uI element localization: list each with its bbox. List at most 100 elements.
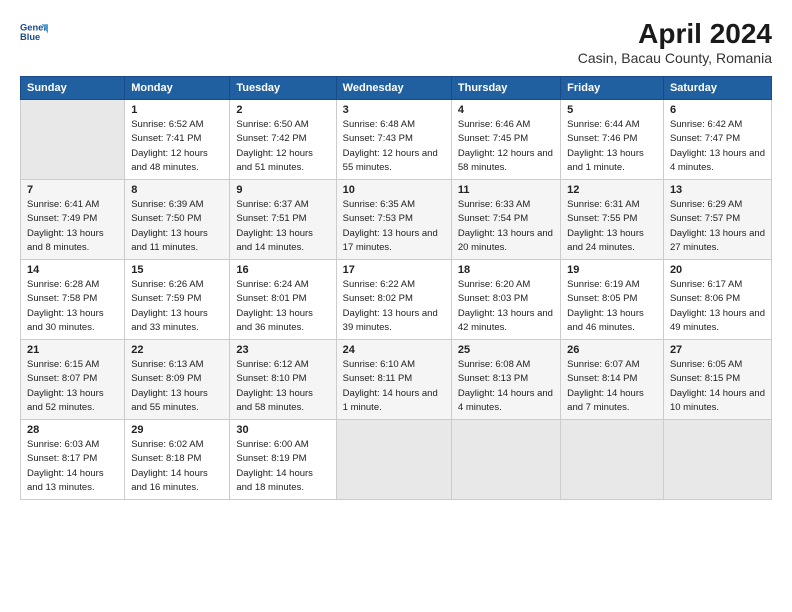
day-number: 1 — [131, 104, 223, 116]
day-info: Sunrise: 6:13 AMSunset: 8:09 PMDaylight:… — [131, 359, 208, 413]
col-monday: Monday — [125, 77, 230, 100]
day-number: 27 — [670, 344, 765, 356]
day-number: 30 — [236, 424, 329, 436]
cell-2-3: 10 Sunrise: 6:35 AMSunset: 7:53 PMDayligh… — [336, 180, 451, 260]
day-info: Sunrise: 6:10 AMSunset: 8:11 PMDaylight:… — [343, 359, 438, 413]
day-number: 2 — [236, 104, 329, 116]
title-block: April 2024 Casin, Bacau County, Romania — [578, 18, 772, 66]
subtitle: Casin, Bacau County, Romania — [578, 50, 772, 66]
day-info: Sunrise: 6:35 AMSunset: 7:53 PMDaylight:… — [343, 199, 438, 253]
cell-4-5: 26Sunrise: 6:07 AMSunset: 8:14 PMDayligh… — [561, 340, 664, 420]
day-number: 16 — [236, 264, 329, 276]
col-friday: Friday — [561, 77, 664, 100]
cell-3-1: 15Sunrise: 6:26 AMSunset: 7:59 PMDayligh… — [125, 260, 230, 340]
day-number: 18 — [458, 264, 554, 276]
day-number: 25 — [458, 344, 554, 356]
day-number: 6 — [670, 104, 765, 116]
cell-5-4 — [451, 420, 560, 500]
day-info: Sunrise: 6:50 AMSunset: 7:42 PMDaylight:… — [236, 119, 313, 173]
day-info: Sunrise: 6:41 AMSunset: 7:49 PMDaylight:… — [27, 199, 104, 253]
cell-4-0: 21 Sunrise: 6:15 AMSunset: 8:07 PMDayligh… — [21, 340, 125, 420]
cell-4-3: 24Sunrise: 6:10 AMSunset: 8:11 PMDayligh… — [336, 340, 451, 420]
cell-3-3: 17 Sunrise: 6:22 AMSunset: 8:02 PMDayligh… — [336, 260, 451, 340]
svg-text:General: General — [20, 22, 48, 32]
day-number: 14 — [27, 264, 118, 276]
day-info: Sunrise: 6:28 AMSunset: 7:58 PMDaylight:… — [27, 279, 104, 333]
col-sunday: Sunday — [21, 77, 125, 100]
day-number: 11 — [458, 184, 554, 196]
calendar-table: Sunday Monday Tuesday Wednesday Thursday… — [20, 76, 772, 500]
day-number: 23 — [236, 344, 329, 356]
day-number: 4 — [458, 104, 554, 116]
day-info: Sunrise: 6:15 AMSunset: 8:07 PMDaylight:… — [27, 359, 104, 413]
col-tuesday: Tuesday — [230, 77, 336, 100]
day-number: 3 — [343, 104, 445, 116]
col-thursday: Thursday — [451, 77, 560, 100]
cell-3-5: 19 Sunrise: 6:19 AMSunset: 8:05 PMDayligh… — [561, 260, 664, 340]
day-number: 5 — [567, 104, 657, 116]
day-info: Sunrise: 6:20 AMSunset: 8:03 PMDaylight:… — [458, 279, 553, 333]
day-info: Sunrise: 6:12 AMSunset: 8:10 PMDaylight:… — [236, 359, 313, 413]
day-info: Sunrise: 6:33 AMSunset: 7:54 PMDaylight:… — [458, 199, 553, 253]
day-info: Sunrise: 6:08 AMSunset: 8:13 PMDaylight:… — [458, 359, 553, 413]
cell-3-2: 16 Sunrise: 6:24 AMSunset: 8:01 PMDayligh… — [230, 260, 336, 340]
day-info: Sunrise: 6:05 AMSunset: 8:15 PMDaylight:… — [670, 359, 765, 413]
cell-4-6: 27 Sunrise: 6:05 AMSunset: 8:15 PMDayligh… — [663, 340, 771, 420]
cell-2-6: 13 Sunrise: 6:29 AMSunset: 7:57 PMDayligh… — [663, 180, 771, 260]
day-info: Sunrise: 6:42 AMSunset: 7:47 PMDaylight:… — [670, 119, 765, 173]
day-number: 9 — [236, 184, 329, 196]
day-info: Sunrise: 6:19 AMSunset: 8:05 PMDaylight:… — [567, 279, 644, 333]
page: General Blue April 2024 Casin, Bacau Cou… — [0, 0, 792, 612]
day-number: 12 — [567, 184, 657, 196]
cell-5-2: 30 Sunrise: 6:00 AMSunset: 8:19 PMDayligh… — [230, 420, 336, 500]
cell-5-0: 28 Sunrise: 6:03 AMSunset: 8:17 PMDayligh… — [21, 420, 125, 500]
day-number: 20 — [670, 264, 765, 276]
day-number: 29 — [131, 424, 223, 436]
week-row-3: 14 Sunrise: 6:28 AMSunset: 7:58 PMDayligh… — [21, 260, 772, 340]
day-info: Sunrise: 6:29 AMSunset: 7:57 PMDaylight:… — [670, 199, 765, 253]
col-wednesday: Wednesday — [336, 77, 451, 100]
week-row-2: 7 Sunrise: 6:41 AMSunset: 7:49 PMDaylight… — [21, 180, 772, 260]
cell-2-0: 7 Sunrise: 6:41 AMSunset: 7:49 PMDaylight… — [21, 180, 125, 260]
day-info: Sunrise: 6:24 AMSunset: 8:01 PMDaylight:… — [236, 279, 313, 333]
day-info: Sunrise: 6:44 AMSunset: 7:46 PMDaylight:… — [567, 119, 644, 173]
day-number: 21 — [27, 344, 118, 356]
cell-1-2: 2 Sunrise: 6:50 AMSunset: 7:42 PMDaylight… — [230, 100, 336, 180]
day-info: Sunrise: 6:31 AMSunset: 7:55 PMDaylight:… — [567, 199, 644, 253]
logo: General Blue — [20, 18, 48, 46]
day-number: 15 — [131, 264, 223, 276]
header: General Blue April 2024 Casin, Bacau Cou… — [20, 18, 772, 66]
day-number: 7 — [27, 184, 118, 196]
cell-5-1: 29 Sunrise: 6:02 AMSunset: 8:18 PMDayligh… — [125, 420, 230, 500]
cell-2-1: 8 Sunrise: 6:39 AMSunset: 7:50 PMDaylight… — [125, 180, 230, 260]
cell-1-1: 1Sunrise: 6:52 AMSunset: 7:41 PMDaylight… — [125, 100, 230, 180]
day-number: 13 — [670, 184, 765, 196]
day-number: 8 — [131, 184, 223, 196]
main-title: April 2024 — [578, 18, 772, 50]
day-info: Sunrise: 6:39 AMSunset: 7:50 PMDaylight:… — [131, 199, 208, 253]
day-number: 22 — [131, 344, 223, 356]
day-info: Sunrise: 6:00 AMSunset: 8:19 PMDaylight:… — [236, 439, 313, 493]
day-info: Sunrise: 6:03 AMSunset: 8:17 PMDaylight:… — [27, 439, 104, 493]
cell-1-4: 4Sunrise: 6:46 AMSunset: 7:45 PMDaylight… — [451, 100, 560, 180]
day-number: 28 — [27, 424, 118, 436]
cell-2-2: 9 Sunrise: 6:37 AMSunset: 7:51 PMDaylight… — [230, 180, 336, 260]
day-info: Sunrise: 6:48 AMSunset: 7:43 PMDaylight:… — [343, 119, 438, 173]
day-info: Sunrise: 6:37 AMSunset: 7:51 PMDaylight:… — [236, 199, 313, 253]
col-saturday: Saturday — [663, 77, 771, 100]
day-info: Sunrise: 6:02 AMSunset: 8:18 PMDaylight:… — [131, 439, 208, 493]
cell-4-1: 22 Sunrise: 6:13 AMSunset: 8:09 PMDayligh… — [125, 340, 230, 420]
cell-1-5: 5 Sunrise: 6:44 AMSunset: 7:46 PMDaylight… — [561, 100, 664, 180]
day-number: 17 — [343, 264, 445, 276]
logo-icon: General Blue — [20, 18, 48, 46]
week-row-4: 21 Sunrise: 6:15 AMSunset: 8:07 PMDayligh… — [21, 340, 772, 420]
day-number: 10 — [343, 184, 445, 196]
day-info: Sunrise: 6:22 AMSunset: 8:02 PMDaylight:… — [343, 279, 438, 333]
cell-1-6: 6 Sunrise: 6:42 AMSunset: 7:47 PMDaylight… — [663, 100, 771, 180]
week-row-5: 28 Sunrise: 6:03 AMSunset: 8:17 PMDayligh… — [21, 420, 772, 500]
cell-5-3 — [336, 420, 451, 500]
day-info: Sunrise: 6:17 AMSunset: 8:06 PMDaylight:… — [670, 279, 765, 333]
cell-5-6 — [663, 420, 771, 500]
day-info: Sunrise: 6:07 AMSunset: 8:14 PMDaylight:… — [567, 359, 644, 413]
day-number: 19 — [567, 264, 657, 276]
